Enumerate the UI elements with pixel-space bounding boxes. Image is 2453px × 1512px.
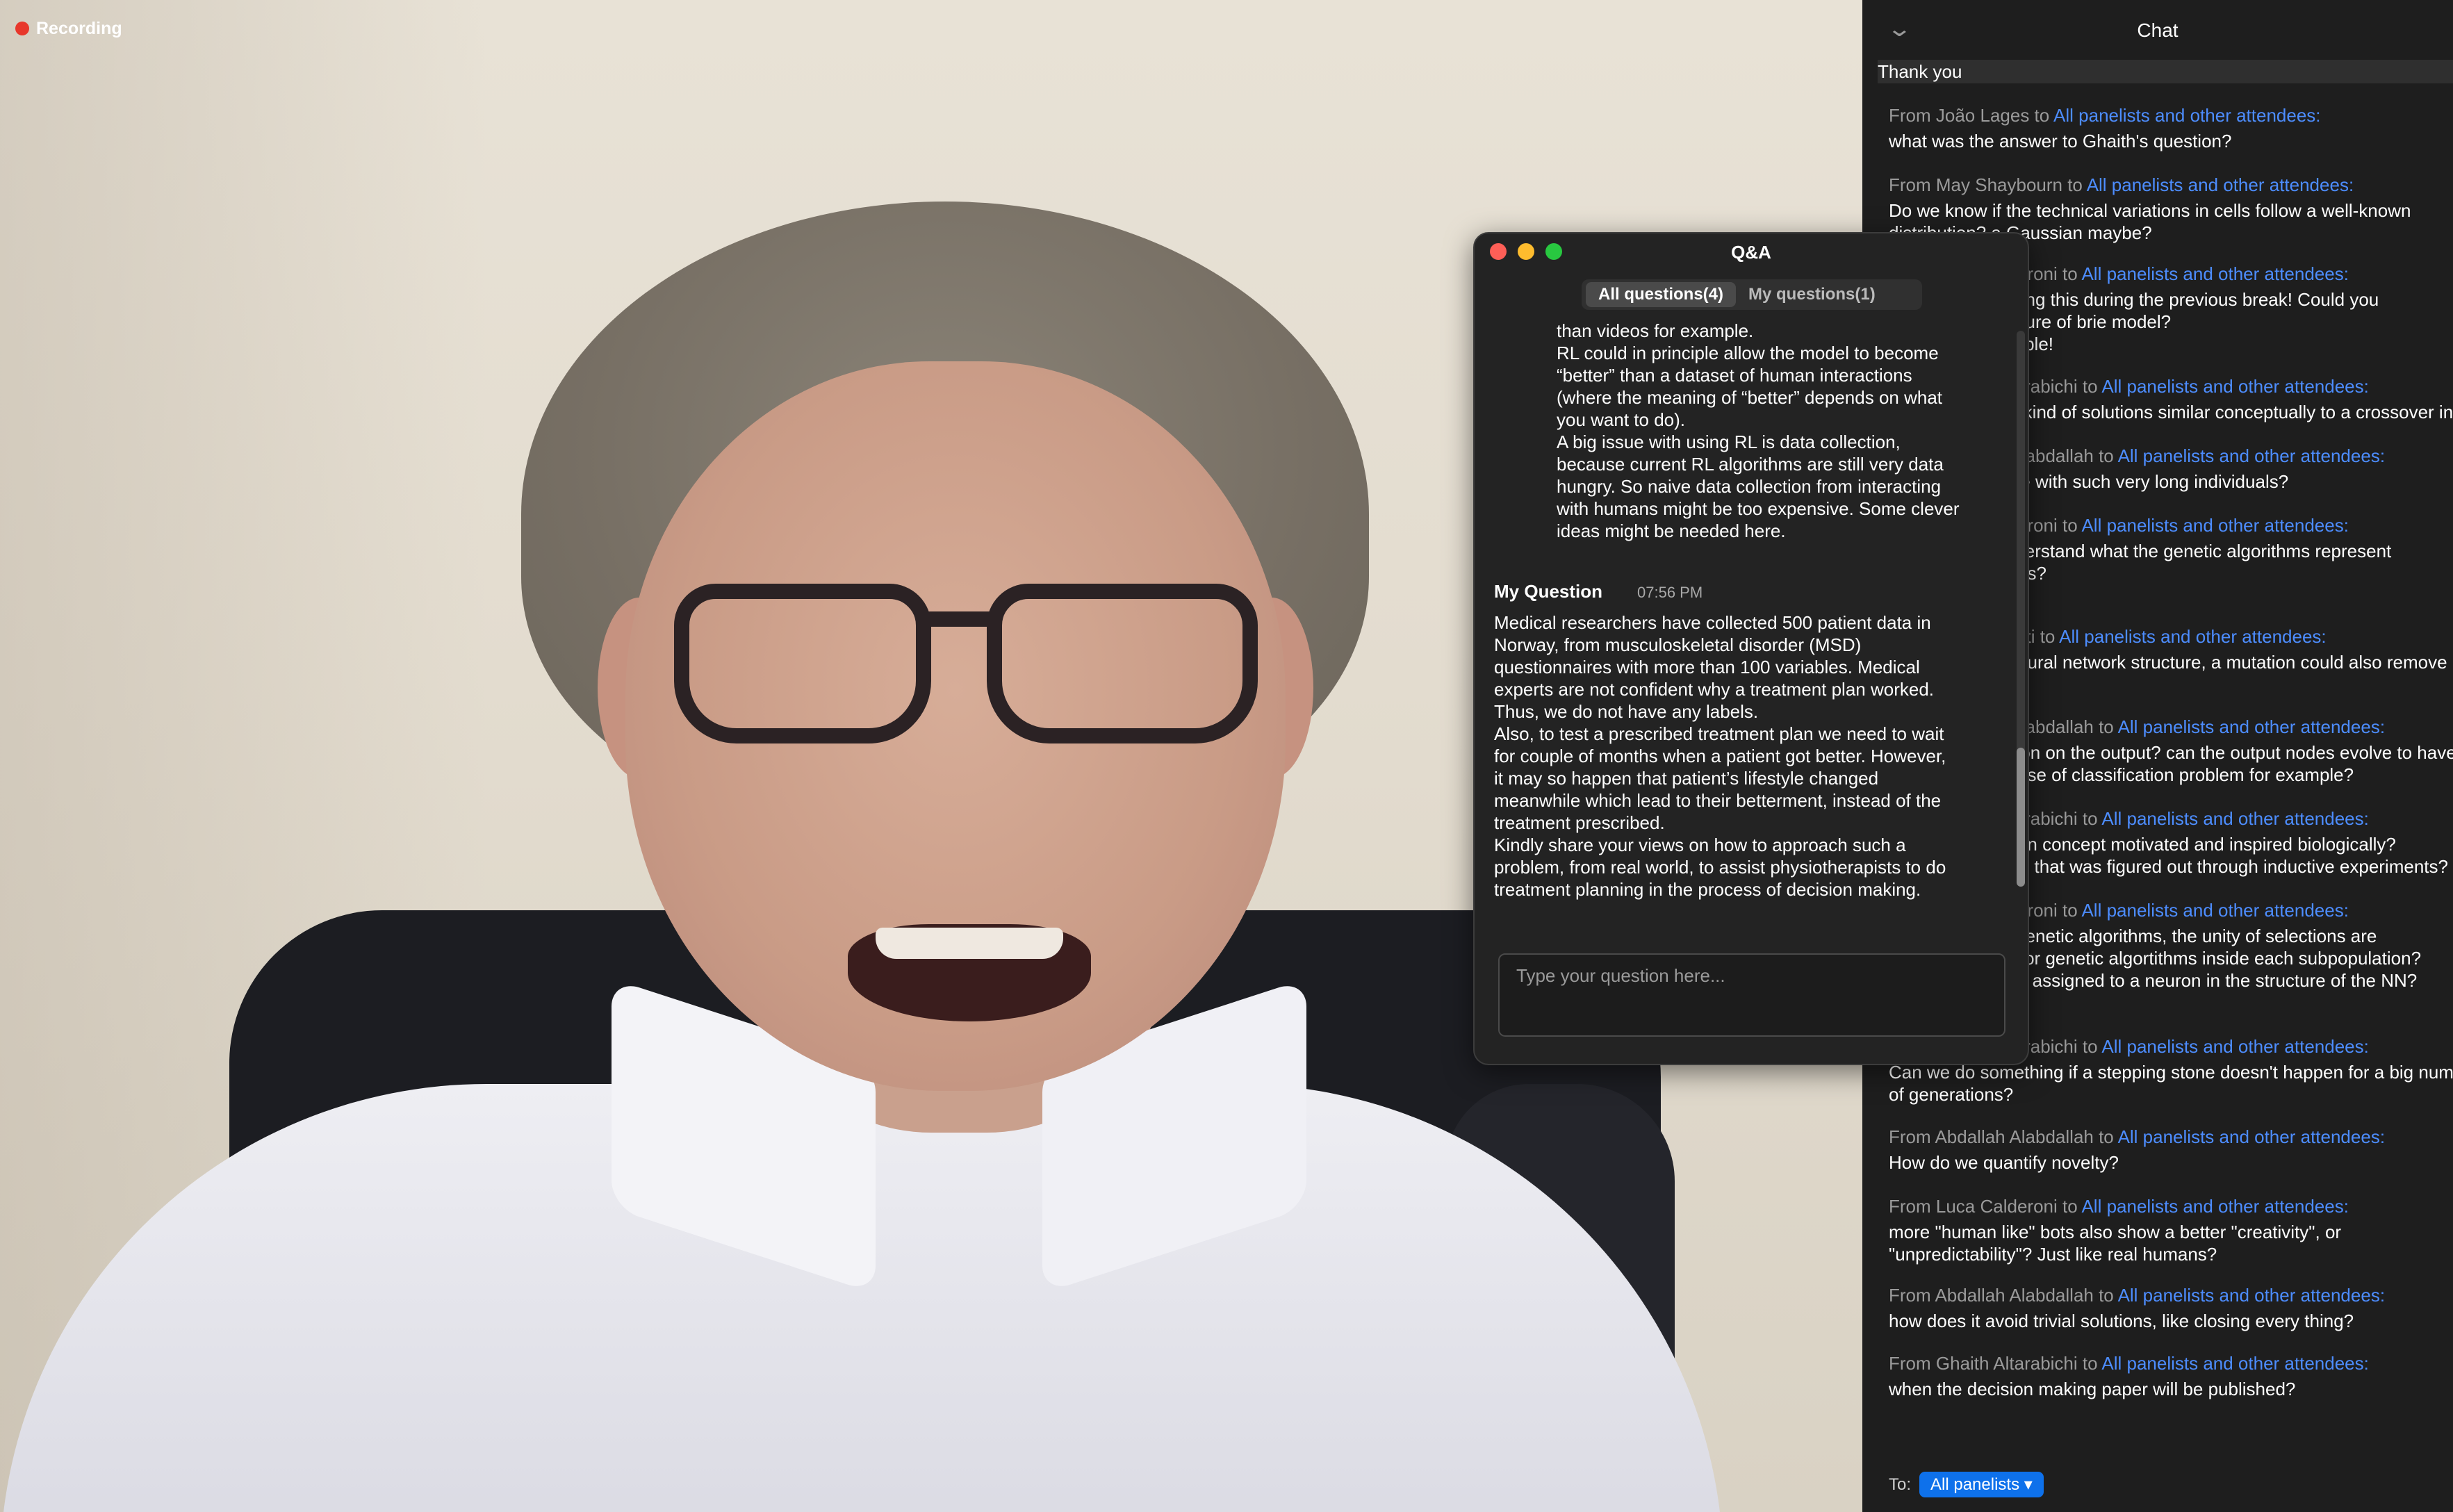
- recipient-dropdown[interactable]: All panelists ▾: [1919, 1472, 2044, 1497]
- chat-title: Chat: [2137, 19, 2179, 41]
- chat-message: From João Lages to All panelists and oth…: [1889, 104, 2453, 152]
- chat-message: From Ghaith Altarabichi to All panelists…: [1889, 1352, 2453, 1400]
- recipient-label: To:: [1889, 1474, 1912, 1494]
- chat-message-header: From Ghaith Altarabichi to All panelists…: [1889, 1352, 2453, 1374]
- chat-message-recipient[interactable]: All panelists and other attendees:: [2081, 1196, 2348, 1217]
- caret-down-icon: ▾: [2024, 1475, 2033, 1494]
- chat-message-recipient[interactable]: All panelists and other attendees:: [2087, 174, 2354, 195]
- chat-message-recipient[interactable]: All panelists and other attendees:: [2081, 900, 2348, 921]
- qa-scrollbar-thumb[interactable]: [2017, 748, 2025, 887]
- chat-message-body: more "human like" bots also show a bette…: [1889, 1222, 2342, 1265]
- glasses-bridge: [924, 611, 994, 627]
- chat-message-recipient[interactable]: All panelists and other attendees:: [2101, 808, 2368, 829]
- chat-message-sender: From Ghaith Altarabichi to: [1889, 1353, 2102, 1374]
- chat-message-recipient[interactable]: All panelists and other attendees:: [2118, 716, 2385, 737]
- tab-all-questions[interactable]: All questions(4): [1586, 282, 1737, 307]
- chat-message-recipient[interactable]: All panelists and other attendees:: [2053, 105, 2320, 126]
- glasses-right-lens: [987, 584, 1258, 743]
- chat-message-sender: From João Lages to: [1889, 105, 2054, 126]
- chat-message-header: From João Lages to All panelists and oth…: [1889, 104, 2453, 126]
- chat-message: From Abdallah Alabdallah to All panelist…: [1889, 1126, 2453, 1174]
- question-input-box[interactable]: [1498, 953, 2005, 1037]
- chat-highlighted-text: Thank you: [1878, 61, 1962, 82]
- chat-message-body: Can we do something if a stepping stone …: [1889, 1062, 2453, 1105]
- qa-window: Q&A All questions(4) My questions(1) tha…: [1473, 232, 2029, 1065]
- chat-message-recipient[interactable]: All panelists and other attendees:: [2118, 1285, 2385, 1306]
- chat-message: From Luca Calderoni to All panelists and…: [1889, 1195, 2453, 1265]
- question-input[interactable]: [1515, 964, 1990, 987]
- qa-scrollbar-track[interactable]: [2017, 331, 2025, 789]
- chat-message-body: what was the answer to Ghaith's question…: [1889, 131, 2232, 151]
- chat-recipient-row: To: All panelists ▾: [1889, 1472, 2044, 1497]
- chat-message-header: From May Shaybourn to All panelists and …: [1889, 174, 2453, 196]
- chat-message-sender: From Luca Calderoni to: [1889, 1196, 2082, 1217]
- recording-dot-icon: [15, 22, 29, 35]
- chat-message-recipient[interactable]: All panelists and other attendees:: [2101, 376, 2368, 397]
- chat-message-body: how does it avoid trivial solutions, lik…: [1889, 1310, 2354, 1331]
- chat-message-header: From Abdallah Alabdallah to All panelist…: [1889, 1126, 2453, 1148]
- chat-message-recipient[interactable]: All panelists and other attendees:: [2101, 1036, 2368, 1057]
- my-question-time: 07:56 PM: [1637, 584, 1703, 601]
- tab-my-questions[interactable]: My questions(1): [1736, 282, 1888, 307]
- chat-message-sender: From May Shaybourn to: [1889, 174, 2087, 195]
- glasses-left-lens: [674, 584, 931, 743]
- chat-message-sender: From Abdallah Alabdallah to: [1889, 1285, 2118, 1306]
- chat-message-header: From Abdallah Alabdallah to All panelist…: [1889, 1284, 2453, 1306]
- chat-message-recipient[interactable]: All panelists and other attendees:: [2101, 1353, 2368, 1374]
- chat-header: ⌄ Chat: [1862, 0, 2453, 60]
- chat-message-recipient[interactable]: All panelists and other attendees:: [2118, 445, 2385, 466]
- chat-message-recipient[interactable]: All panelists and other attendees:: [2118, 1126, 2385, 1147]
- chat-message-body: when the decision making paper will be p…: [1889, 1379, 2296, 1399]
- recording-indicator: Recording: [15, 18, 122, 39]
- chat-message-sender: From Abdallah Alabdallah to: [1889, 1126, 2118, 1147]
- chat-message-header: From Luca Calderoni to All panelists and…: [1889, 1195, 2453, 1217]
- chat-message-recipient[interactable]: All panelists and other attendees:: [2081, 515, 2348, 536]
- qa-titlebar[interactable]: Q&A: [1475, 233, 2028, 270]
- chat-message-body: How do we quantify novelty?: [1889, 1152, 2119, 1173]
- chat-message: From Abdallah Alabdallah to All panelist…: [1889, 1284, 2453, 1332]
- my-question-text: Medical researchers have collected 500 p…: [1494, 612, 1946, 900]
- recording-label: Recording: [36, 18, 122, 38]
- teeth: [876, 928, 1063, 959]
- chat-highlighted-message: Thank you: [1878, 60, 2453, 83]
- answer-text: than videos for example. RL could in pri…: [1557, 320, 1960, 541]
- my-question-heading: My Question: [1494, 581, 1603, 602]
- chat-message-recipient[interactable]: All panelists and other attendees:: [2059, 626, 2326, 647]
- recipient-value: All panelists: [1930, 1475, 2020, 1494]
- qa-title: Q&A: [1731, 242, 1771, 263]
- chat-message-recipient[interactable]: All panelists and other attendees:: [2081, 263, 2348, 284]
- qa-tabs: All questions(4) My questions(1): [1582, 279, 1922, 310]
